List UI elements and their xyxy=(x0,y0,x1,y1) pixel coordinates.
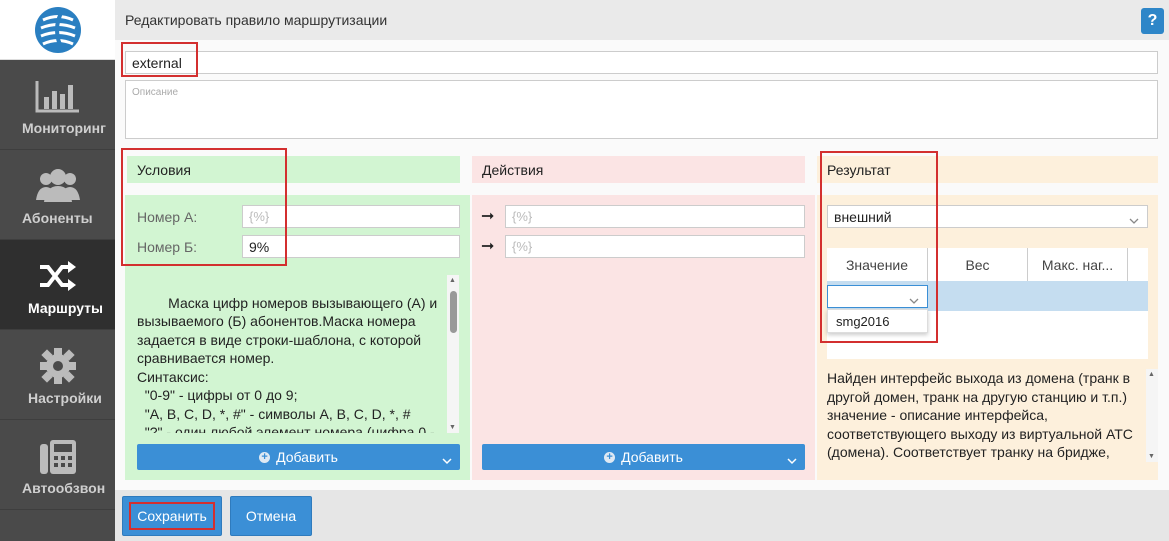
number-a-row: Номер А: xyxy=(137,205,197,228)
scroll-down-icon[interactable]: ▼ xyxy=(449,424,456,431)
number-a-label: Номер А: xyxy=(137,208,198,225)
result-grid-header: Значение Вес Макс. наг... xyxy=(827,248,1148,281)
plus-circle-icon: + xyxy=(604,451,616,463)
result-scrollbar[interactable]: ▲ ▼ xyxy=(1146,369,1158,462)
app-logo[interactable] xyxy=(0,0,115,60)
conditions-scrollbar[interactable]: ▲ ▼ xyxy=(447,275,459,433)
dropdown-option-smg2016[interactable]: smg2016 xyxy=(827,309,928,333)
save-button[interactable]: Сохранить xyxy=(122,496,222,536)
action-input-1[interactable]: {%} xyxy=(505,205,805,228)
conditions-help-content: Маска цифр номеров вызывающего (А) и выз… xyxy=(137,294,438,434)
sidebar-item-autodial[interactable]: Автообзвон xyxy=(0,420,115,510)
result-panel: внешний Значение Вес Макс. наг... smg201… xyxy=(817,195,1158,480)
column-maxload-header[interactable]: Макс. наг... xyxy=(1028,248,1128,281)
sidebar-item-monitoring[interactable]: Мониторинг xyxy=(0,60,115,150)
dialog-footer: Сохранить Отмена xyxy=(115,490,1169,541)
column-value-header[interactable]: Значение xyxy=(827,248,928,281)
phone-icon xyxy=(38,434,78,478)
chevron-down-icon xyxy=(1129,212,1139,228)
chevron-down-icon xyxy=(909,292,919,308)
cancel-button[interactable]: Отмена xyxy=(230,496,312,536)
actions-add-button[interactable]: + Добавить xyxy=(482,444,805,470)
conditions-title: Условия xyxy=(137,161,191,178)
sidebar: Мониторинг Абоненты Маршруты Настройки А… xyxy=(0,0,115,541)
column-weight-header[interactable]: Вес xyxy=(928,248,1028,281)
scroll-up-icon[interactable]: ▲ xyxy=(1148,371,1155,378)
action-input-2-placeholder: {%} xyxy=(512,239,533,254)
number-b-row: Номер Б: xyxy=(137,235,197,258)
scroll-up-icon[interactable]: ▲ xyxy=(449,277,456,284)
result-help-text: Найден интерфейс выхода из домена (транк… xyxy=(827,369,1143,462)
chevron-down-icon xyxy=(787,452,797,468)
description-textarea[interactable]: Описание xyxy=(125,80,1158,139)
number-a-input[interactable]: {%} xyxy=(242,205,460,228)
number-a-placeholder: {%} xyxy=(249,209,270,224)
rule-name-input[interactable]: external xyxy=(125,51,1158,74)
column-filler xyxy=(1128,248,1148,281)
result-title: Результат xyxy=(827,161,891,178)
action-input-1-placeholder: {%} xyxy=(512,209,533,224)
add-label: Добавить xyxy=(276,449,338,465)
conditions-help-text: Маска цифр номеров вызывающего (А) и выз… xyxy=(137,275,447,434)
logo-icon xyxy=(34,6,81,53)
dialog-title: Редактировать правило маршрутизации xyxy=(125,12,388,28)
scroll-thumb[interactable] xyxy=(450,291,457,333)
result-type-value: внешний xyxy=(834,208,892,225)
help-button[interactable]: ? xyxy=(1141,8,1164,34)
routing-rule-dialog: Редактировать правило маршрутизации ? ex… xyxy=(115,0,1169,541)
dropdown-option-label: smg2016 xyxy=(836,313,890,329)
sidebar-item-label: Абоненты xyxy=(22,209,93,226)
sidebar-item-label: Автообзвон xyxy=(22,479,106,496)
chevron-down-icon xyxy=(442,452,452,468)
sidebar-item-label: Маршруты xyxy=(28,299,103,316)
arrow-right-icon: ➞ xyxy=(481,208,495,225)
plus-circle-icon: + xyxy=(259,451,271,463)
action-input-2[interactable]: {%} xyxy=(505,235,805,258)
actions-panel: ➞ {%} ➞ {%} + Добавить xyxy=(472,195,815,480)
conditions-panel: Номер А: {%} Номер Б: 9% Маска цифр номе… xyxy=(125,195,470,480)
actions-title: Действия xyxy=(482,161,544,178)
scroll-down-icon[interactable]: ▼ xyxy=(1148,453,1155,460)
number-b-input[interactable]: 9% xyxy=(242,235,460,258)
dialog-content: external Описание Условия Действия Резул… xyxy=(115,40,1169,490)
shuffle-icon xyxy=(38,254,78,298)
sidebar-item-label: Настройки xyxy=(28,389,102,406)
bar-chart-icon xyxy=(35,74,81,118)
conditions-add-button[interactable]: + Добавить xyxy=(137,444,460,470)
sidebar-item-label: Мониторинг xyxy=(22,119,106,136)
sidebar-item-settings[interactable]: Настройки xyxy=(0,330,115,420)
actions-header: Действия xyxy=(472,156,805,183)
result-type-select[interactable]: внешний xyxy=(827,205,1148,228)
description-placeholder: Описание xyxy=(132,87,179,98)
users-icon xyxy=(34,164,82,208)
sidebar-item-routes[interactable]: Маршруты xyxy=(0,240,115,330)
number-b-label: Номер Б: xyxy=(137,238,198,255)
arrow-right-icon: ➞ xyxy=(481,238,495,255)
add-label: Добавить xyxy=(621,449,683,465)
result-help-content: Найден интерфейс выхода из домена (транк… xyxy=(827,370,1133,460)
result-header: Результат xyxy=(817,156,1158,183)
gear-icon xyxy=(39,344,77,388)
sidebar-item-subscribers[interactable]: Абоненты xyxy=(0,150,115,240)
dialog-titlebar: Редактировать правило маршрутизации ? xyxy=(115,0,1169,40)
conditions-header: Условия xyxy=(127,156,460,183)
value-dropdown[interactable] xyxy=(827,285,928,308)
